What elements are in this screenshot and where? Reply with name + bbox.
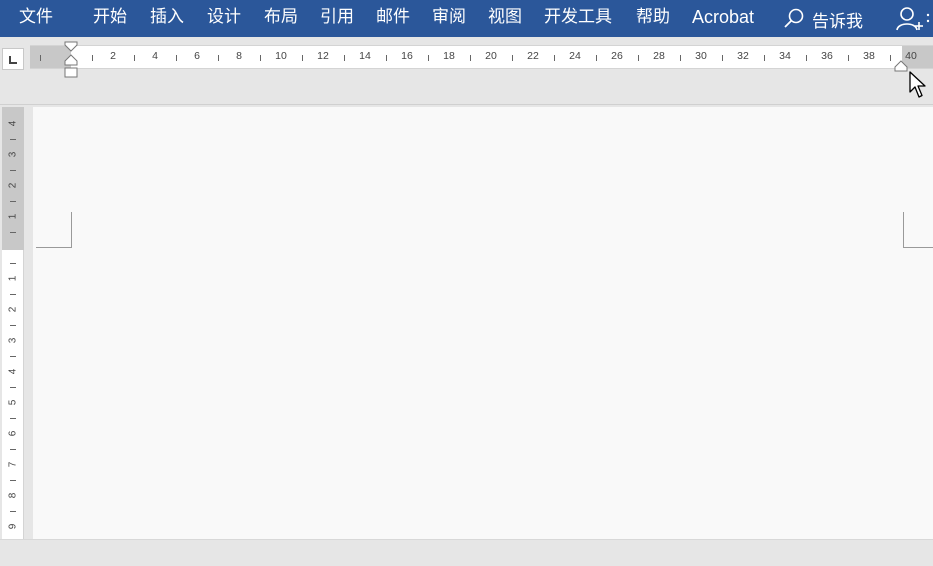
- top-left-margin-corner: [36, 212, 72, 248]
- ruler-tick: [92, 55, 93, 61]
- ruler-number: 10: [275, 50, 287, 62]
- tab-mailings[interactable]: 邮件: [376, 7, 410, 27]
- left-tab-stop-icon[interactable]: [2, 48, 24, 70]
- ruler-tick: [10, 418, 16, 419]
- ruler-number: 2: [110, 50, 116, 62]
- ruler-tick: [10, 356, 16, 357]
- ruler-tick: [10, 170, 16, 171]
- ruler-tick: [806, 55, 807, 61]
- ruler-tick: [10, 480, 16, 481]
- ruler-tick: [260, 55, 261, 61]
- ruler-number: 4: [152, 50, 158, 62]
- ruler-tick: [512, 55, 513, 61]
- vertical-ruler-number: 3: [7, 337, 19, 344]
- ruler-tick: [470, 55, 471, 61]
- ruler-tick: [680, 55, 681, 61]
- top-right-margin-corner: [903, 212, 933, 248]
- ruler-tick: [176, 55, 177, 61]
- share-user-icon[interactable]: [895, 4, 933, 34]
- search-icon: [784, 8, 804, 28]
- ruler-tick: [764, 55, 765, 61]
- ruler-tick: [554, 55, 555, 61]
- vertical-ruler-number: 6: [7, 430, 19, 437]
- vertical-ruler-number: 1: [7, 275, 19, 282]
- ruler-tick: [10, 511, 16, 512]
- ruler-tick: [848, 55, 849, 61]
- document-page[interactable]: [33, 107, 933, 539]
- horizontal-ruler[interactable]: 2 4 6 8 10 12 14 16 18 20 22 24 26 28 30 32 34 36 38 40: [30, 45, 933, 69]
- bottom-strip: [0, 539, 933, 566]
- mouse-pointer-icon: [909, 71, 926, 98]
- ruler-number: 28: [653, 50, 665, 62]
- ruler-number: 30: [695, 50, 707, 62]
- ruler-tick: [10, 263, 16, 264]
- ruler-tick: [386, 55, 387, 61]
- ruler-number: 32: [737, 50, 749, 62]
- vertical-ruler[interactable]: 4 3 2 1 1 2 3 4 5 6 7 8 9: [2, 107, 24, 539]
- vertical-ruler-number: 5: [7, 399, 19, 406]
- ruler-number: 8: [236, 50, 242, 62]
- ruler-tick: [890, 55, 891, 61]
- ruler-tick: [10, 325, 16, 326]
- tab-developer[interactable]: 开发工具: [544, 7, 612, 27]
- ruler-number: 12: [317, 50, 329, 62]
- ruler-tick: [10, 232, 16, 233]
- tab-design[interactable]: 设计: [207, 7, 241, 27]
- ruler-tick: [344, 55, 345, 61]
- vertical-ruler-number: 4: [7, 368, 19, 375]
- tab-acrobat[interactable]: Acrobat: [692, 7, 754, 27]
- tab-help[interactable]: 帮助: [636, 7, 670, 27]
- ribbon-tab-bar: 文件 开始 插入 设计 布局 引用 邮件 审阅 视图 开发工具 帮助 Acrob…: [0, 0, 933, 37]
- ruler-tick: [722, 55, 723, 61]
- tab-insert[interactable]: 插入: [150, 7, 184, 27]
- tab-layout[interactable]: 布局: [264, 7, 298, 27]
- ruler-tick: [134, 55, 135, 61]
- ruler-tick: [40, 55, 41, 61]
- horizontal-ruler-area: 2 4 6 8 10 12 14 16 18 20 22 24 26 28 30 32 34 36 38 40: [0, 37, 933, 105]
- ruler-number: 18: [443, 50, 455, 62]
- ruler-number: 34: [779, 50, 791, 62]
- ruler-number: 14: [359, 50, 371, 62]
- ruler-number: 16: [401, 50, 413, 62]
- indent-marker-icon[interactable]: [64, 41, 78, 79]
- ruler-tick: [10, 201, 16, 202]
- ruler-number: 6: [194, 50, 200, 62]
- vertical-ruler-number: 1: [7, 213, 19, 220]
- tab-view[interactable]: 视图: [488, 7, 522, 27]
- ruler-tick: [596, 55, 597, 61]
- vertical-ruler-number: 2: [7, 306, 19, 313]
- ruler-tick: [10, 449, 16, 450]
- tab-references[interactable]: 引用: [320, 7, 354, 27]
- ruler-number: 24: [569, 50, 581, 62]
- ruler-tick: [10, 387, 16, 388]
- ruler-tick: [638, 55, 639, 61]
- tab-review[interactable]: 审阅: [432, 7, 466, 27]
- ruler-number: 22: [527, 50, 539, 62]
- vertical-ruler-number: 4: [7, 120, 19, 127]
- right-indent-marker-icon[interactable]: [894, 60, 908, 74]
- tab-home[interactable]: 开始: [93, 7, 127, 27]
- tell-me-label: 告诉我: [812, 12, 863, 32]
- vertical-ruler-number: 7: [7, 461, 19, 468]
- vertical-ruler-number: 2: [7, 182, 19, 189]
- ruler-tick: [10, 139, 16, 140]
- ruler-tick: [218, 55, 219, 61]
- vertical-ruler-number: 9: [7, 523, 19, 530]
- ruler-number: 38: [863, 50, 875, 62]
- ruler-number: 20: [485, 50, 497, 62]
- ruler-tick: [428, 55, 429, 61]
- ruler-number: 36: [821, 50, 833, 62]
- vertical-ruler-number: 8: [7, 492, 19, 499]
- ruler-number: 26: [611, 50, 623, 62]
- ruler-tick: [302, 55, 303, 61]
- ruler-tick: [10, 294, 16, 295]
- vertical-ruler-number: 3: [7, 151, 19, 158]
- tab-file[interactable]: 文件: [19, 7, 53, 27]
